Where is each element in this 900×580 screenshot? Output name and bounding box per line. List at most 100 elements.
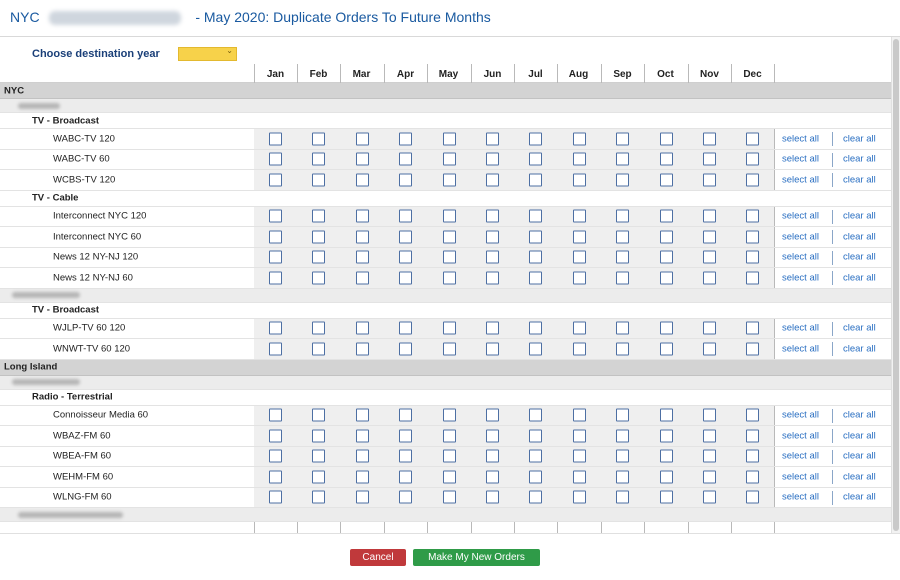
month-checkbox-jul[interactable] (529, 230, 542, 244)
month-checkbox-apr[interactable] (399, 173, 412, 187)
month-checkbox-jan[interactable] (269, 132, 282, 146)
clear-all-link[interactable]: clear all (843, 430, 876, 441)
month-checkbox-mar[interactable] (356, 209, 369, 223)
month-checkbox-jan[interactable] (269, 342, 282, 356)
select-all-link[interactable]: select all (782, 252, 819, 263)
select-all-link[interactable]: select all (782, 471, 819, 482)
month-checkbox-mar[interactable] (356, 132, 369, 146)
select-all-link[interactable]: select all (782, 211, 819, 222)
select-all-link[interactable]: select all (782, 154, 819, 165)
month-checkbox-feb[interactable] (312, 230, 325, 244)
clear-all-link[interactable]: clear all (843, 154, 876, 165)
month-checkbox-oct[interactable] (660, 271, 673, 285)
month-checkbox-feb[interactable] (312, 449, 325, 463)
month-checkbox-sep[interactable] (616, 230, 629, 244)
month-checkbox-nov[interactable] (703, 449, 716, 463)
month-checkbox-apr[interactable] (399, 449, 412, 463)
make-new-orders-button[interactable]: Make My New Orders (413, 549, 540, 566)
month-checkbox-jan[interactable] (269, 449, 282, 463)
destination-year-select[interactable]: ⌄ (178, 46, 237, 61)
month-checkbox-feb[interactable] (312, 250, 325, 264)
month-checkbox-oct[interactable] (660, 209, 673, 223)
month-checkbox-dec[interactable] (746, 408, 759, 422)
month-checkbox-may[interactable] (443, 173, 456, 187)
select-all-link[interactable]: select all (782, 343, 819, 354)
month-checkbox-jul[interactable] (529, 173, 542, 187)
month-checkbox-feb[interactable] (312, 321, 325, 335)
month-checkbox-jun[interactable] (486, 152, 499, 166)
month-checkbox-mar[interactable] (356, 250, 369, 264)
month-checkbox-feb[interactable] (312, 152, 325, 166)
clear-all-link[interactable]: clear all (843, 133, 876, 144)
month-checkbox-sep[interactable] (616, 429, 629, 443)
month-checkbox-may[interactable] (443, 152, 456, 166)
clear-all-link[interactable]: clear all (843, 211, 876, 222)
month-checkbox-may[interactable] (443, 321, 456, 335)
month-checkbox-jan[interactable] (269, 408, 282, 422)
month-checkbox-mar[interactable] (356, 271, 369, 285)
month-checkbox-apr[interactable] (399, 132, 412, 146)
clear-all-link[interactable]: clear all (843, 231, 876, 242)
month-checkbox-feb[interactable] (312, 470, 325, 484)
month-checkbox-nov[interactable] (703, 230, 716, 244)
month-checkbox-aug[interactable] (573, 449, 586, 463)
month-checkbox-apr[interactable] (399, 250, 412, 264)
select-all-link[interactable]: select all (782, 272, 819, 283)
select-all-link[interactable]: select all (782, 451, 819, 462)
month-checkbox-jan[interactable] (269, 470, 282, 484)
month-checkbox-dec[interactable] (746, 173, 759, 187)
month-checkbox-aug[interactable] (573, 209, 586, 223)
month-checkbox-mar[interactable] (356, 408, 369, 422)
month-checkbox-apr[interactable] (399, 321, 412, 335)
month-checkbox-sep[interactable] (616, 271, 629, 285)
month-checkbox-aug[interactable] (573, 271, 586, 285)
month-checkbox-oct[interactable] (660, 429, 673, 443)
month-checkbox-sep[interactable] (616, 449, 629, 463)
cancel-button[interactable]: Cancel (350, 549, 406, 566)
month-checkbox-oct[interactable] (660, 230, 673, 244)
month-checkbox-dec[interactable] (746, 230, 759, 244)
month-checkbox-may[interactable] (443, 132, 456, 146)
month-checkbox-sep[interactable] (616, 408, 629, 422)
month-checkbox-jul[interactable] (529, 271, 542, 285)
month-checkbox-jul[interactable] (529, 132, 542, 146)
month-checkbox-aug[interactable] (573, 132, 586, 146)
month-checkbox-feb[interactable] (312, 490, 325, 504)
month-checkbox-mar[interactable] (356, 342, 369, 356)
month-checkbox-aug[interactable] (573, 250, 586, 264)
month-checkbox-jul[interactable] (529, 321, 542, 335)
month-checkbox-dec[interactable] (746, 342, 759, 356)
clear-all-link[interactable]: clear all (843, 343, 876, 354)
month-checkbox-jun[interactable] (486, 321, 499, 335)
month-checkbox-sep[interactable] (616, 209, 629, 223)
month-checkbox-sep[interactable] (616, 470, 629, 484)
month-checkbox-jul[interactable] (529, 209, 542, 223)
month-checkbox-nov[interactable] (703, 250, 716, 264)
month-checkbox-oct[interactable] (660, 470, 673, 484)
month-checkbox-nov[interactable] (703, 470, 716, 484)
month-checkbox-jan[interactable] (269, 152, 282, 166)
month-checkbox-oct[interactable] (660, 321, 673, 335)
month-checkbox-nov[interactable] (703, 342, 716, 356)
clear-all-link[interactable]: clear all (843, 252, 876, 263)
select-all-link[interactable]: select all (782, 492, 819, 503)
month-checkbox-sep[interactable] (616, 250, 629, 264)
month-checkbox-nov[interactable] (703, 132, 716, 146)
month-checkbox-jan[interactable] (269, 271, 282, 285)
month-checkbox-mar[interactable] (356, 173, 369, 187)
month-checkbox-oct[interactable] (660, 342, 673, 356)
month-checkbox-dec[interactable] (746, 209, 759, 223)
select-all-link[interactable]: select all (782, 231, 819, 242)
month-checkbox-jun[interactable] (486, 132, 499, 146)
month-checkbox-dec[interactable] (746, 250, 759, 264)
month-checkbox-jan[interactable] (269, 230, 282, 244)
month-checkbox-aug[interactable] (573, 429, 586, 443)
month-checkbox-may[interactable] (443, 342, 456, 356)
month-checkbox-nov[interactable] (703, 173, 716, 187)
month-checkbox-apr[interactable] (399, 408, 412, 422)
month-checkbox-may[interactable] (443, 449, 456, 463)
month-checkbox-apr[interactable] (399, 209, 412, 223)
month-checkbox-jun[interactable] (486, 173, 499, 187)
month-checkbox-mar[interactable] (356, 449, 369, 463)
month-checkbox-jun[interactable] (486, 470, 499, 484)
